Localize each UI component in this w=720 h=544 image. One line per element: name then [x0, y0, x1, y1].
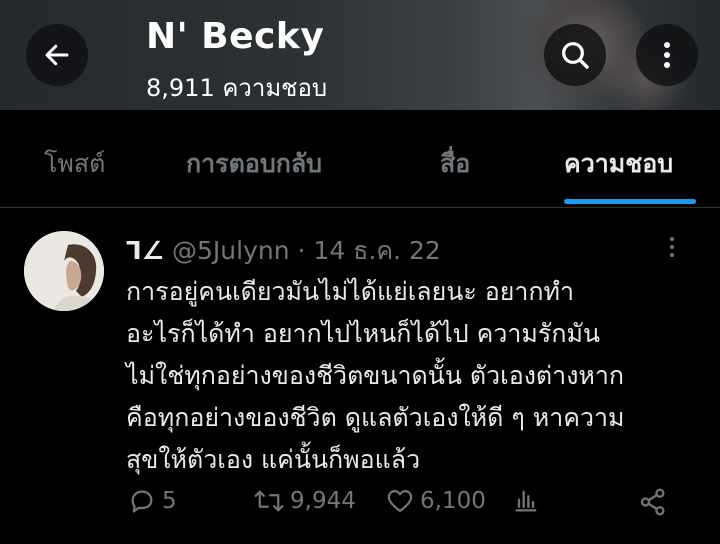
like-button[interactable]: 6,100: [386, 487, 486, 515]
tweet-author-line: ᒣ∠ @5Julynn · 14 ธ.ค. 22: [126, 231, 441, 271]
retweet-icon: [254, 487, 284, 515]
tweet-actions: 5 9,944 6,100: [0, 487, 720, 523]
tweet-text-line: ไม่ใช่ทุกอย่างของชีวิตขนาดนั้น ตัวเองต่า…: [126, 361, 625, 390]
profile-tabs: โพสต์ การตอบกลับ สื่อ ความชอบ: [0, 110, 720, 208]
share-icon: [638, 487, 668, 517]
heart-icon: [386, 487, 414, 515]
analytics-icon: [512, 487, 540, 515]
retweet-button[interactable]: 9,944: [254, 487, 356, 515]
tweet-text-line: การอยู่คนเดียวมันไม่ได้แย่เลยนะ อยากทำ: [126, 277, 575, 306]
back-button[interactable]: [26, 24, 88, 86]
tab-replies[interactable]: การตอบกลับ: [186, 144, 322, 184]
profile-name: N' Becky: [146, 16, 325, 57]
likes-count: 8,911 ความชอบ: [146, 74, 328, 102]
more-vertical-icon: [661, 40, 673, 70]
tweet-text-line: คือทุกอย่างของชีวิต ดูแลตัวเองให้ดี ๆ หา…: [126, 403, 625, 432]
more-options-button[interactable]: [636, 24, 698, 86]
retweet-count: 9,944: [290, 488, 356, 514]
avatar[interactable]: [24, 231, 104, 311]
reply-count: 5: [162, 488, 177, 514]
search-icon: [559, 39, 591, 71]
tab-media[interactable]: สื่อ: [440, 144, 470, 184]
reply-button[interactable]: 5: [128, 487, 177, 515]
share-button[interactable]: [638, 487, 668, 517]
tab-posts[interactable]: โพสต์: [44, 144, 105, 184]
tweet-text: การอยู่คนเดียวมันไม่ได้แย่เลยนะ อยากทำ อ…: [126, 271, 706, 481]
active-tab-indicator: [564, 199, 696, 204]
arrow-left-icon: [42, 40, 72, 70]
tab-likes[interactable]: ความชอบ: [564, 144, 673, 184]
more-vertical-icon: [668, 235, 676, 259]
tweet-text-line: อะไรก็ได้ทำ อยากไปไหนก็ได้ไป ความรักมัน: [126, 319, 601, 348]
tweet-text-line: สุขให้ตัวเอง แค่นั้นก็พอแล้ว: [126, 445, 421, 474]
author-handle-date[interactable]: @5Julynn · 14 ธ.ค. 22: [172, 236, 441, 265]
search-button[interactable]: [544, 24, 606, 86]
like-count: 6,100: [420, 488, 486, 514]
views-button[interactable]: [512, 487, 540, 515]
reply-icon: [128, 487, 156, 515]
profile-header: N' Becky 8,911 ความชอบ: [0, 0, 720, 110]
author-name[interactable]: ᒣ∠: [126, 236, 164, 265]
tweet-more-button[interactable]: [668, 235, 676, 259]
tweet[interactable]: ᒣ∠ @5Julynn · 14 ธ.ค. 22 การอยู่คนเดียวม…: [0, 209, 720, 544]
